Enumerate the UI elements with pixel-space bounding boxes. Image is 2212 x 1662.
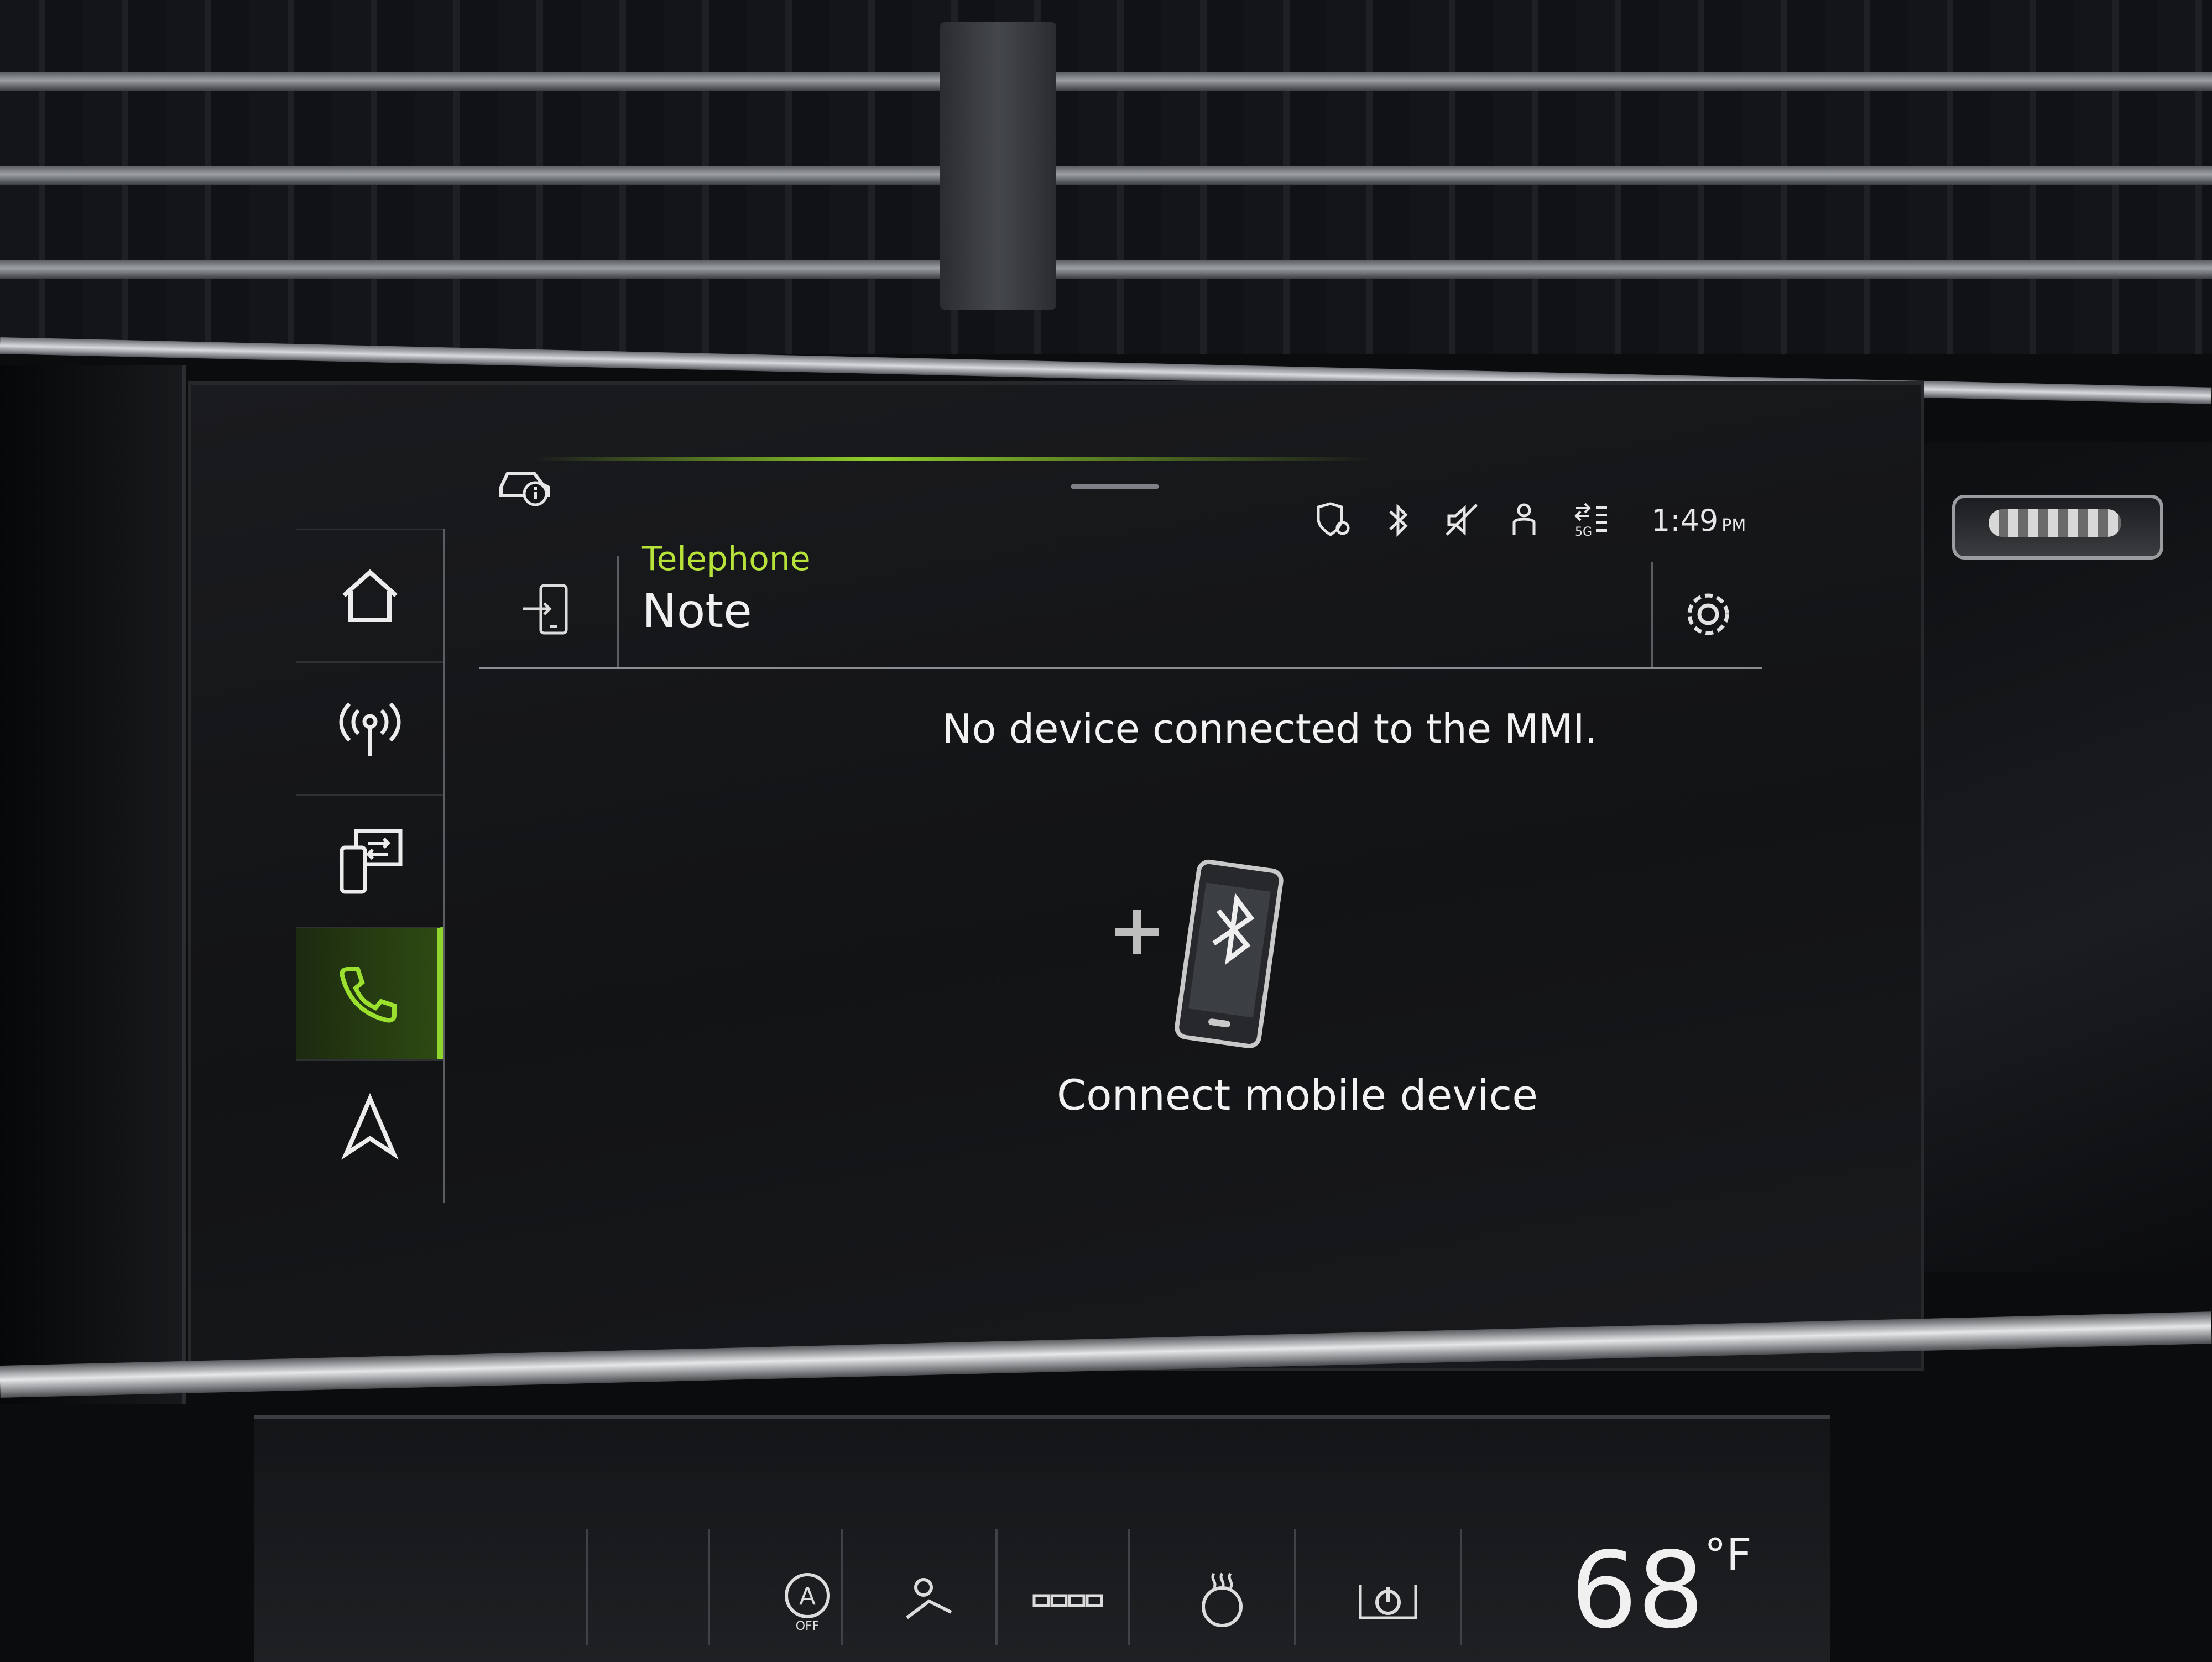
clock: 1:49 PM (1651, 503, 1746, 538)
status-bar: 5G 1:49 PM (1314, 495, 1922, 545)
app-label: Telephone (642, 540, 811, 578)
gear-icon (1687, 593, 1729, 635)
device-switch-button[interactable] (479, 556, 619, 667)
mute-icon (1446, 504, 1478, 536)
climate-divider (1128, 1529, 1130, 1645)
navigation-icon (341, 1093, 399, 1160)
volume-knob[interactable] (1952, 495, 2163, 560)
bluetooth-phone-icon (1115, 859, 1284, 1048)
svg-text:OFF: OFF (796, 1619, 820, 1633)
svg-text:5G: 5G (1575, 525, 1592, 539)
climate-panel: A OFF 68°F (254, 1415, 1830, 1662)
nav-smartphone-interface[interactable] (296, 794, 443, 927)
5g-signal-icon: 5G (1574, 503, 1607, 539)
bluetooth-icon (1389, 503, 1408, 537)
phone-icon (340, 966, 397, 1022)
climate-divider (1294, 1529, 1296, 1645)
climate-divider (995, 1529, 998, 1645)
car-info-icon[interactable] (495, 459, 556, 509)
knob-dial[interactable] (1989, 509, 2121, 537)
geofence-icon (1317, 502, 1350, 536)
svg-text:A: A (799, 1582, 816, 1611)
vent-slat (0, 260, 2212, 279)
settings-button[interactable] (1651, 562, 1764, 667)
steering-heat-button[interactable] (1189, 1568, 1255, 1634)
climate-divider (1460, 1529, 1462, 1645)
vent-slat (0, 166, 2212, 185)
climate-divider (586, 1529, 588, 1645)
page-title: Note (642, 584, 752, 638)
smartphone-interface-icon (340, 829, 402, 893)
power-icon (1359, 1585, 1417, 1619)
climate-divider (841, 1529, 843, 1645)
seat-ventilation-icon (906, 1578, 952, 1619)
temperature-display[interactable]: 68°F (1571, 1529, 1752, 1651)
nav-radio[interactable] (296, 661, 443, 794)
auto-climate-button[interactable]: A OFF (774, 1568, 841, 1634)
climate-power-button[interactable] (1349, 1568, 1417, 1634)
top-accent-line (534, 457, 1375, 461)
vent-slat (0, 72, 2212, 91)
nav-navigation[interactable] (296, 1059, 443, 1192)
connect-mobile-device-button[interactable]: Connect mobile device (910, 1070, 1684, 1120)
climate-divider (708, 1529, 710, 1645)
device-switch-icon (523, 584, 568, 635)
main-nav-sidebar (296, 529, 445, 1203)
defrost-icon (1032, 1594, 1103, 1607)
nav-phone[interactable] (296, 927, 443, 1059)
vent-clip (940, 22, 1056, 310)
home-icon (342, 569, 398, 622)
auto-icon: A OFF (785, 1573, 830, 1633)
rear-defrost-button[interactable] (1029, 1568, 1103, 1634)
pull-down-handle[interactable] (1071, 484, 1159, 489)
nav-home[interactable] (296, 529, 443, 661)
seat-ventilation-button[interactable] (896, 1568, 962, 1634)
radio-icon (339, 702, 400, 756)
left-bezel (0, 365, 186, 1404)
no-device-message: No device connected to the MMI. (942, 705, 1598, 752)
mmi-screen: 5G 1:49 PM Telephone Note No device conn… (188, 381, 1924, 1371)
profile-icon (1512, 503, 1536, 535)
steering-heat-icon (1202, 1572, 1243, 1627)
air-vent (0, 0, 2212, 354)
telephone-header: Telephone Note (479, 540, 1762, 669)
